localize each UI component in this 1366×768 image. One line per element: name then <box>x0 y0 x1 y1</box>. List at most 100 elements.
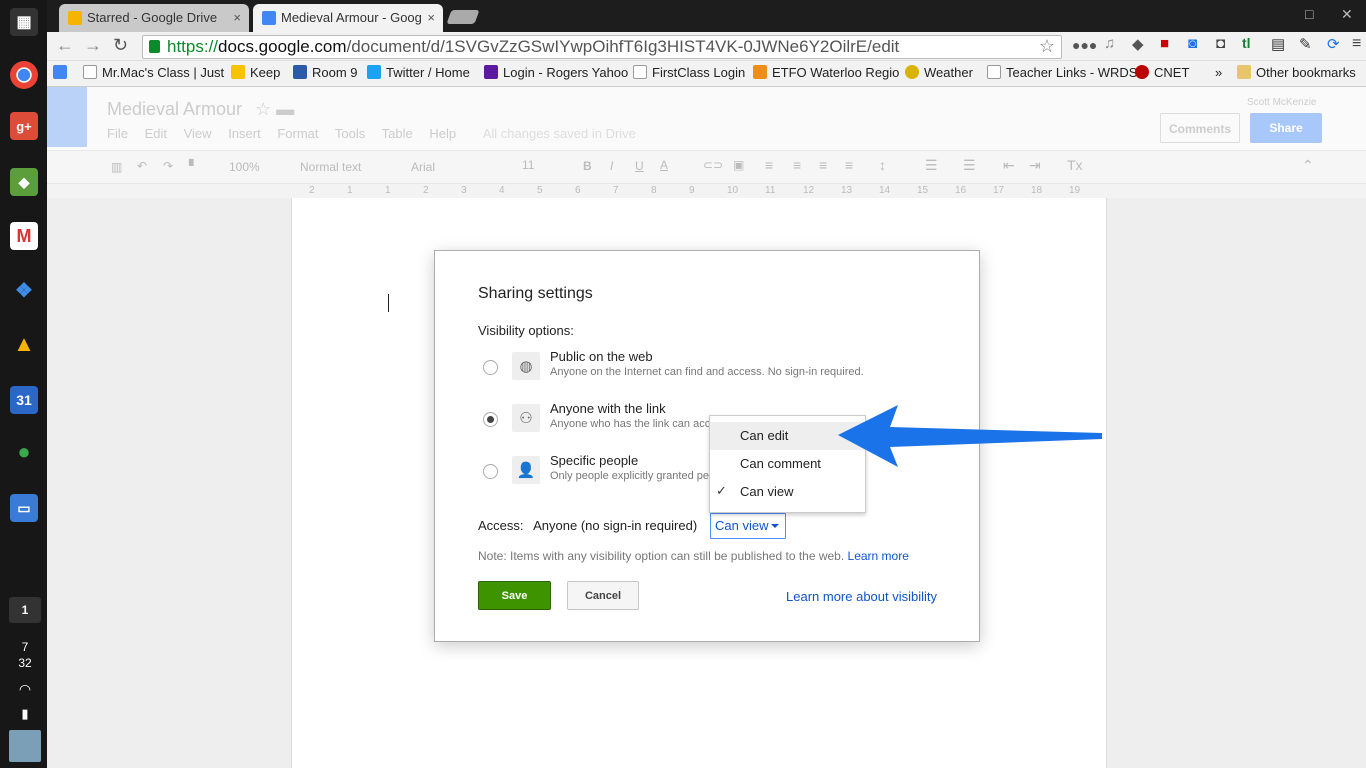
redo-icon[interactable]: ↷ <box>163 159 173 173</box>
paint-format-icon[interactable]: ▘ <box>189 159 198 173</box>
menu-format[interactable]: Format <box>277 126 318 141</box>
align-right-icon[interactable]: ≡ <box>819 157 827 173</box>
font-size-select[interactable]: 11 <box>522 158 534 172</box>
bookmark-item[interactable]: Keep <box>231 65 280 80</box>
menu-insert[interactable]: Insert <box>228 126 261 141</box>
comment-icon[interactable]: ▣ <box>733 158 744 172</box>
ruler[interactable]: 2 1 1 2 3 4 5 6 7 8 9 10 11 12 13 14 15 16 17 18 19 <box>47 184 1366 198</box>
evernote-ext-icon[interactable]: ◆ <box>1132 35 1144 53</box>
back-icon[interactable]: ← <box>56 35 74 56</box>
align-left-icon[interactable]: ≡ <box>765 157 773 173</box>
folder-icon[interactable]: ▬ <box>276 99 294 119</box>
numbered-list-icon[interactable]: ☰ <box>925 157 938 174</box>
maximize-button[interactable]: □ <box>1305 6 1313 22</box>
underline-icon[interactable]: U <box>635 159 644 173</box>
text-color-icon[interactable]: A <box>660 158 668 172</box>
docs-logo-icon[interactable] <box>47 87 87 147</box>
radio-specific-people[interactable] <box>483 464 498 479</box>
tab-medieval-armour[interactable]: Medieval Armour - Goog × <box>253 4 443 32</box>
bell-icon[interactable]: ♫ <box>1104 35 1115 52</box>
ie-tab-icon[interactable]: ◙ <box>1188 35 1197 52</box>
workspace-indicator[interactable]: 1 <box>9 597 41 623</box>
google-plus-icon[interactable]: g+ <box>10 112 38 140</box>
justify-icon[interactable]: ≡ <box>845 157 853 173</box>
save-button[interactable]: Save <box>478 581 551 610</box>
share-button[interactable]: Share <box>1250 113 1322 143</box>
comments-button[interactable]: Comments <box>1160 113 1240 143</box>
pdf-ext-icon[interactable]: ■ <box>1160 35 1169 52</box>
bookmark-item[interactable]: Login - Rogers Yahoo <box>484 65 628 80</box>
tab-close-icon[interactable]: × <box>427 10 435 25</box>
chrome-icon[interactable] <box>10 61 38 89</box>
menu-help[interactable]: Help <box>429 126 456 141</box>
user-avatar[interactable] <box>9 730 41 762</box>
film-icon[interactable]: ▤ <box>1271 35 1285 53</box>
tldr-icon[interactable]: tl <box>1242 35 1251 51</box>
forward-icon[interactable]: → <box>84 35 102 56</box>
menu-tools[interactable]: Tools <box>335 126 365 141</box>
learn-more-visibility-link[interactable]: Learn more about visibility <box>786 589 937 604</box>
bookmark-item[interactable]: Mr.Mac's Class | Just <box>83 65 224 80</box>
line-spacing-icon[interactable]: ↕ <box>879 157 886 173</box>
battery-icon[interactable]: ▮ <box>9 706 41 722</box>
user-name[interactable]: Scott McKenzie <box>1247 97 1316 108</box>
option-public[interactable]: ◍ Public on the web Anyone on the Intern… <box>478 349 958 391</box>
document-title[interactable]: Medieval Armour ☆ ▬ <box>107 99 294 120</box>
bookmark-google[interactable] <box>53 65 72 80</box>
window-close-button[interactable]: ✕ <box>1341 6 1353 23</box>
more-icon[interactable]: ●●● <box>1072 37 1097 53</box>
undo-icon[interactable]: ↶ <box>137 159 147 173</box>
files-icon[interactable]: ▭ <box>10 494 38 522</box>
gmail-icon[interactable]: M <box>10 222 38 250</box>
bulleted-list-icon[interactable]: ☰ <box>963 157 976 174</box>
cancel-button[interactable]: Cancel <box>567 581 639 610</box>
bookmark-item[interactable]: FirstClass Login <box>633 65 745 80</box>
link-icon[interactable]: ⊂⊃ <box>703 158 723 172</box>
bookmark-item[interactable]: ETFO Waterloo Regio <box>753 65 899 80</box>
new-tab-button[interactable] <box>446 10 480 24</box>
zoom-select[interactable]: 100% <box>229 160 260 174</box>
learn-more-link[interactable]: Learn more <box>848 549 909 563</box>
google-drive-icon[interactable]: ▲ <box>10 330 38 358</box>
clock-hour[interactable]: 7 <box>9 640 41 654</box>
tool-icon[interactable]: ✎ <box>1299 35 1312 53</box>
pocket-icon[interactable]: ◘ <box>1216 35 1225 52</box>
decrease-indent-icon[interactable]: ⇤ <box>1003 157 1015 174</box>
align-center-icon[interactable]: ≡ <box>793 157 801 173</box>
menu-icon[interactable]: ≡ <box>1352 35 1361 53</box>
reload-icon[interactable]: ↻ <box>113 35 128 56</box>
apps-launcher-icon[interactable]: ▦ <box>10 8 38 36</box>
bookmarks-overflow-button[interactable]: » <box>1215 65 1222 80</box>
bookmark-item[interactable]: Teacher Links - WRDS <box>987 65 1137 80</box>
dropbox-icon[interactable]: ❖ <box>10 276 38 304</box>
menu-view[interactable]: View <box>184 126 212 141</box>
star-icon[interactable]: ☆ <box>255 99 271 119</box>
sync-icon[interactable]: ⟳ <box>1327 35 1340 53</box>
collapse-icon[interactable]: ⌃ <box>1302 157 1314 174</box>
tab-starred-drive[interactable]: Starred - Google Drive × <box>59 4 249 32</box>
bookmark-star-icon[interactable]: ☆ <box>1039 36 1055 57</box>
menu-file[interactable]: File <box>107 126 128 141</box>
radio-public[interactable] <box>483 360 498 375</box>
bookmark-item[interactable]: Twitter / Home <box>367 65 470 80</box>
bookmark-item[interactable]: Weather <box>905 65 973 80</box>
italic-icon[interactable]: I <box>610 159 613 173</box>
bookmark-item[interactable]: Room 9 <box>293 65 358 80</box>
clear-formatting-icon[interactable]: Tx <box>1067 157 1083 173</box>
permission-dropdown[interactable]: Can view <box>710 513 786 539</box>
calendar-icon[interactable]: 31 <box>10 386 38 414</box>
font-select[interactable]: Arial <box>411 160 435 174</box>
bold-icon[interactable]: B <box>583 159 592 173</box>
evernote-icon[interactable]: ◆ <box>10 168 38 196</box>
bookmark-item[interactable]: CNET <box>1135 65 1189 80</box>
menu-table[interactable]: Table <box>382 126 413 141</box>
radio-anyone-with-link[interactable] <box>483 412 498 427</box>
style-select[interactable]: Normal text <box>300 160 361 174</box>
other-bookmarks[interactable]: Other bookmarks <box>1237 65 1356 80</box>
clock-minute[interactable]: 32 <box>9 656 41 670</box>
tab-close-icon[interactable]: × <box>233 10 241 25</box>
hangouts-icon[interactable]: ● <box>10 438 38 466</box>
omnibox[interactable]: https://docs.google.com/document/d/1SVGv… <box>142 35 1062 59</box>
increase-indent-icon[interactable]: ⇥ <box>1029 157 1041 174</box>
menu-item-can-view[interactable]: ✓ Can view <box>710 478 865 506</box>
